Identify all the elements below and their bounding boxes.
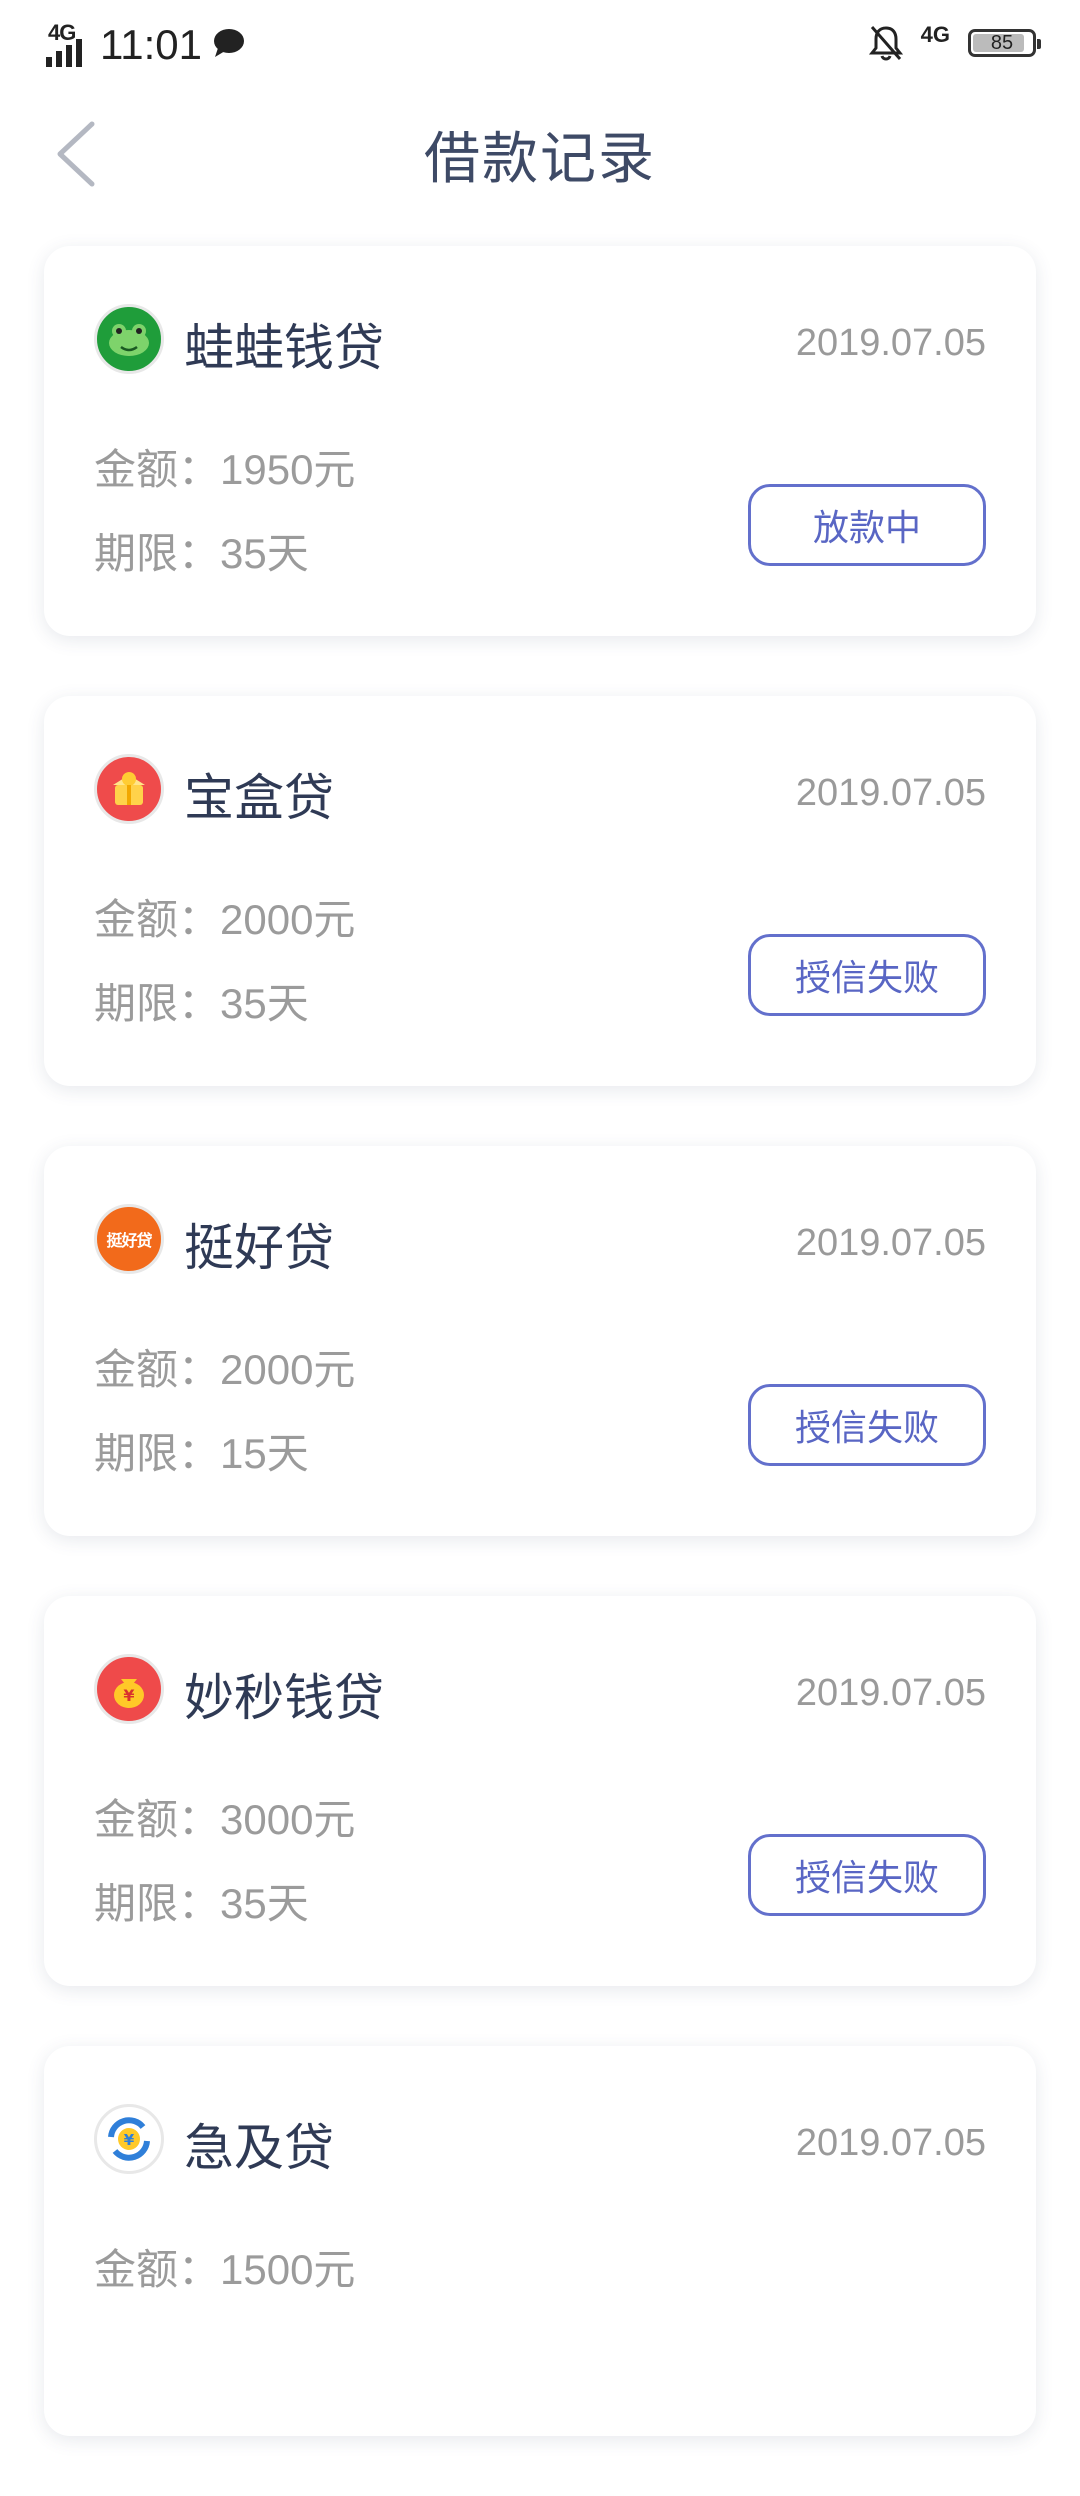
loan-term: 期限：35天 — [94, 980, 309, 1027]
loan-date: 2019.07.05 — [795, 2122, 986, 2164]
svg-text:¥: ¥ — [124, 2131, 135, 2149]
loan-record-card[interactable]: 蛙蛙钱贷 2019.07.05 金额：1950元 期限：35天 放款中 — [44, 246, 1036, 636]
loan-record-list: 蛙蛙钱贷 2019.07.05 金额：1950元 期限：35天 放款中 宝盒贷 … — [44, 246, 1036, 2496]
loan-record-card[interactable]: ¥ 妙秒钱贷 2019.07.05 金额：3000元 期限：35天 授信失败 — [44, 1596, 1036, 1986]
loan-amount: 金额：2000元 — [94, 1346, 356, 1393]
tinghao-logo-icon: 挺好贷 — [94, 1204, 164, 1274]
network-type: 4G — [48, 20, 76, 45]
loan-date: 2019.07.05 — [795, 1672, 986, 1714]
battery-icon: 85 — [968, 29, 1041, 57]
network-type-right: 4G — [920, 22, 950, 47]
loan-term: 期限：35天 — [94, 530, 309, 577]
frog-logo-icon — [94, 304, 164, 374]
status-button[interactable]: 授信失败 — [748, 1834, 986, 1916]
svg-text:¥: ¥ — [123, 1686, 134, 1705]
lender-name: 急及贷 — [184, 2120, 334, 2176]
page-title: 借款记录 — [424, 127, 656, 190]
bell-muted-icon — [868, 26, 903, 61]
money-bag-logo-icon: ¥ — [94, 1654, 164, 1724]
battery-level: 85 — [990, 31, 1014, 54]
loan-record-card[interactable]: ¥ 急及贷 2019.07.05 金额：1500元 — [44, 2046, 1036, 2436]
loan-record-card[interactable]: 挺好贷 挺好贷 2019.07.05 金额：2000元 期限：15天 授信失败 — [44, 1146, 1036, 1536]
clock: 11:01 — [100, 21, 202, 68]
loan-amount: 金额：3000元 — [94, 1796, 356, 1843]
logo-text: 挺好贷 — [106, 1233, 152, 1250]
lender-name: 蛙蛙钱贷 — [184, 320, 384, 376]
status-left: 4G 11:01 — [46, 14, 246, 70]
loan-date: 2019.07.05 — [795, 772, 986, 814]
chat-bubble-icon — [214, 29, 244, 57]
loan-date: 2019.07.05 — [795, 1222, 986, 1264]
status-bar: 4G 11:01 4G 85 — [0, 0, 1080, 84]
lender-name: 妙秒钱贷 — [184, 1670, 384, 1726]
loan-record-card[interactable]: 宝盒贷 2019.07.05 金额：2000元 期限：35天 授信失败 — [44, 696, 1036, 1086]
loan-term: 期限：35天 — [94, 1880, 309, 1927]
treasure-box-logo-icon — [94, 754, 164, 824]
status-button[interactable]: 放款中 — [748, 484, 986, 566]
loan-amount: 金额：2000元 — [94, 896, 356, 943]
lender-name: 宝盒贷 — [184, 770, 334, 826]
status-button[interactable]: 授信失败 — [748, 1384, 986, 1466]
loan-amount: 金额：1500元 — [94, 2246, 356, 2293]
yen-exchange-logo-icon: ¥ — [94, 2104, 164, 2174]
status-button[interactable]: 授信失败 — [748, 934, 986, 1016]
header: 借款记录 — [0, 84, 1080, 224]
loan-date: 2019.07.05 — [795, 322, 986, 364]
status-right: 4G 85 — [868, 18, 1041, 68]
loan-term: 期限：15天 — [94, 1430, 309, 1477]
loan-amount: 金额：1950元 — [94, 446, 356, 493]
lender-name: 挺好贷 — [184, 1220, 334, 1276]
